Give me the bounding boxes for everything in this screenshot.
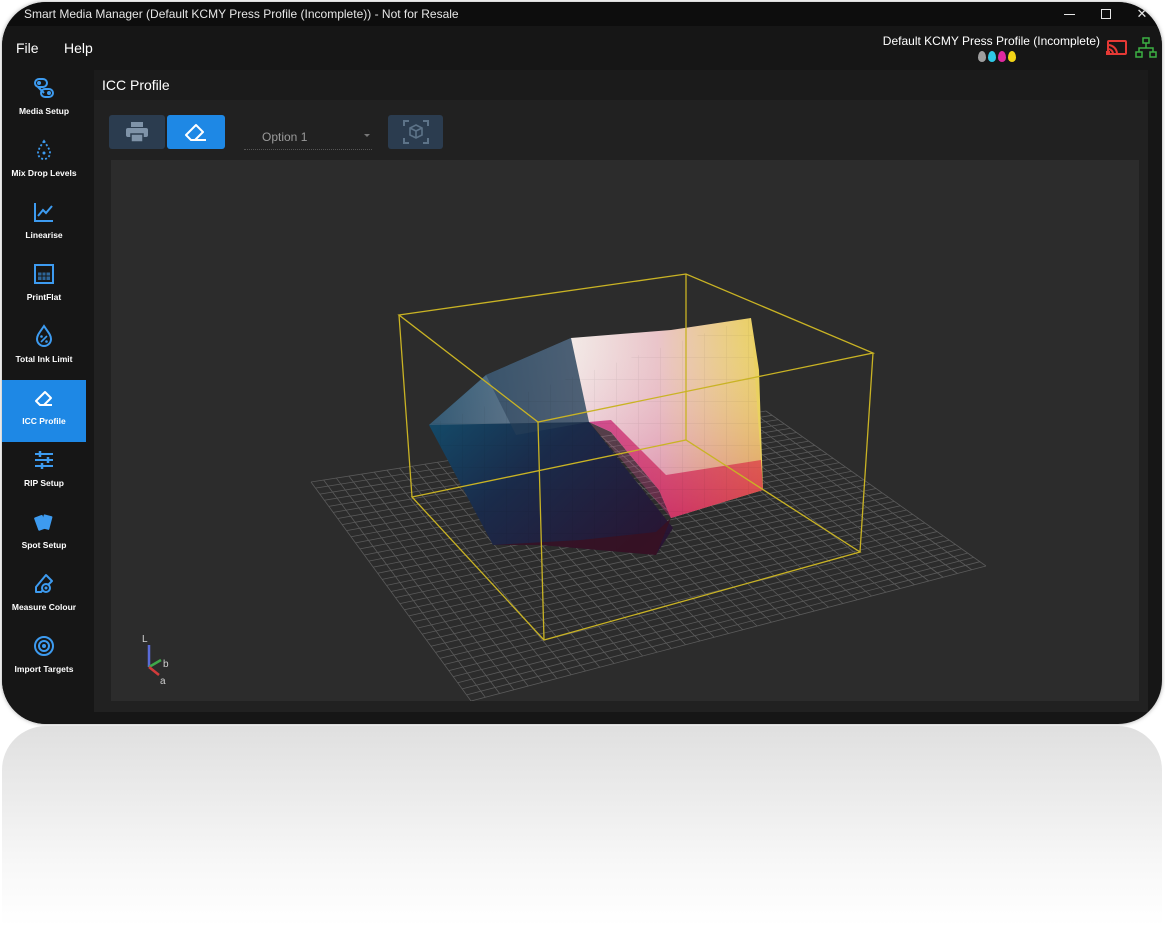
panel-header: ICC Profile	[94, 70, 1148, 100]
sidebar-item-total-ink-limit[interactable]: Total Ink Limit	[2, 318, 86, 380]
active-profile-name: Default KCMY Press Profile (Incomplete)	[882, 34, 1100, 48]
sidebar-item-rip-setup[interactable]: RIP Setup	[2, 442, 86, 504]
sidebar-item-measure-colour[interactable]: Measure Colour	[2, 566, 86, 628]
sidebar-item-icc-profile[interactable]: ICC Profile	[2, 380, 86, 442]
sidebar-item-label: Mix Drop Levels	[11, 168, 77, 178]
axis-label-b: b	[163, 659, 169, 670]
sidebar-item-import-targets[interactable]: Import Targets	[2, 628, 86, 690]
window-title: Smart Media Manager (Default KCMY Press …	[24, 7, 459, 21]
menu-bar: File Help Default KCMY Press Profile (In…	[2, 26, 1162, 70]
eraser-icon	[35, 391, 52, 406]
axis-label-l: L	[142, 634, 148, 645]
app-window: Smart Media Manager (Default KCMY Press …	[2, 2, 1162, 724]
sidebar-item-mix-drop-levels[interactable]: Mix Drop Levels	[2, 132, 86, 194]
menu-help[interactable]: Help	[64, 40, 93, 56]
page-title: ICC Profile	[102, 77, 170, 93]
grid-line	[444, 539, 950, 665]
maximize-button[interactable]	[1096, 5, 1116, 23]
sidebar-item-label: Measure Colour	[11, 602, 77, 612]
printflat-icon	[34, 264, 54, 284]
print-button[interactable]	[109, 115, 165, 149]
grid-line	[462, 557, 974, 690]
axis-triad: L b a	[142, 634, 169, 687]
sidebar-item-label: Linearise	[25, 230, 63, 240]
sliders-icon	[35, 451, 53, 469]
axis-label-a: a	[160, 676, 166, 687]
sidebar-item-printflat[interactable]: PrintFlat	[2, 256, 86, 318]
eraser-icon	[185, 124, 206, 141]
grid-line	[470, 565, 987, 701]
swatch-icon	[34, 514, 53, 531]
option-select[interactable]: Option 1	[244, 128, 372, 150]
chevron-down-icon	[364, 134, 370, 137]
reset-view-button[interactable]	[388, 115, 443, 149]
title-bar: Smart Media Manager (Default KCMY Press …	[2, 2, 1162, 26]
grid-line	[753, 412, 972, 571]
ink-drop-icon	[1008, 51, 1016, 62]
measure-icon	[35, 574, 53, 593]
network-icon[interactable]	[1135, 37, 1157, 59]
sidebar-item-spot-setup[interactable]: Spot Setup	[2, 504, 86, 566]
close-button[interactable]: ✕	[1132, 5, 1152, 23]
sidebar-item-label: Total Ink Limit	[15, 354, 73, 364]
gamut-plot: L b a	[142, 273, 987, 701]
sidebar-item-media-setup[interactable]: Media Setup	[2, 70, 86, 132]
sidebar-item-linearise[interactable]: Linearise	[2, 194, 86, 256]
sidebar-item-label: Media Setup	[18, 106, 70, 116]
ink-limit-icon	[35, 324, 53, 347]
cube-view-icon	[402, 120, 429, 144]
icc-profile-panel: ICC Profile Option 1 L b a	[94, 70, 1148, 712]
icc-profile-button[interactable]	[167, 115, 225, 149]
window-reflection	[2, 726, 1162, 926]
sidebar-item-label: Import Targets	[14, 664, 74, 674]
grid-line	[740, 414, 958, 574]
drop-levels-icon	[37, 139, 51, 160]
sidebar: Media Setup Mix Drop Levels Linearise Pr…	[2, 70, 88, 724]
media-setup-icon	[34, 78, 54, 98]
grid-line	[765, 410, 987, 567]
sidebar-item-label: Spot Setup	[21, 540, 67, 550]
gamut-3d-view[interactable]: L b a	[111, 160, 1139, 701]
cast-icon[interactable]	[1106, 38, 1128, 58]
ink-drop-icon	[998, 51, 1006, 62]
ink-drop-icon	[978, 51, 986, 62]
option-select-value: Option 1	[262, 130, 308, 144]
line-chart-icon	[34, 203, 53, 222]
sidebar-item-label: PrintFlat	[26, 292, 62, 302]
sidebar-item-label: ICC Profile	[22, 416, 66, 426]
sidebar-item-label: RIP Setup	[24, 478, 64, 488]
minimize-button[interactable]	[1060, 5, 1080, 23]
ink-drop-icon	[988, 51, 996, 62]
printer-icon	[126, 122, 148, 143]
target-icon	[34, 636, 54, 656]
menu-file[interactable]: File	[16, 40, 39, 56]
